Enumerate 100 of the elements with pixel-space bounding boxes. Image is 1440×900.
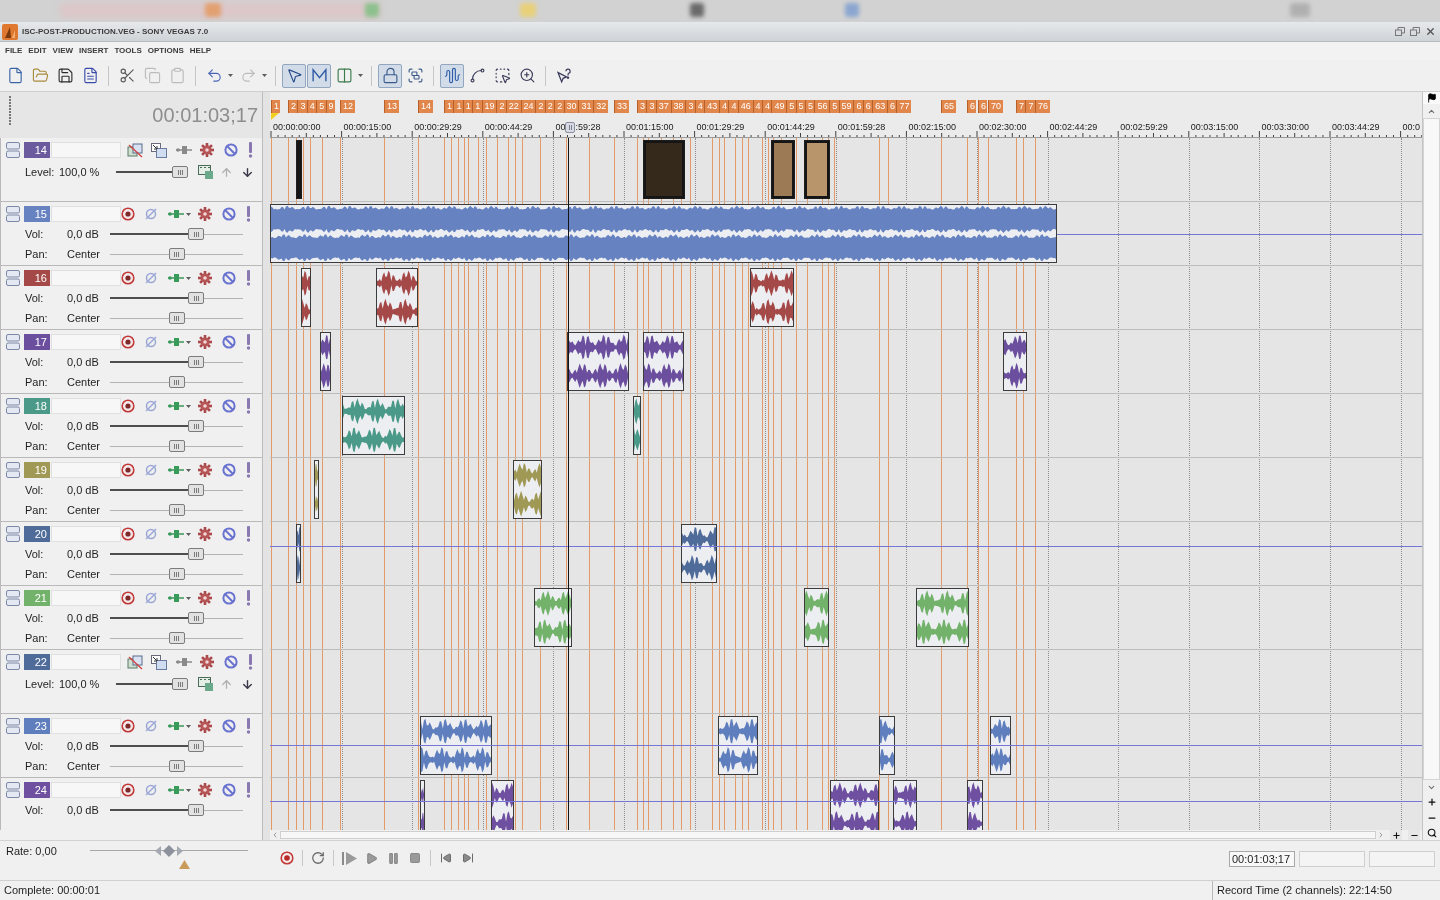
slider-thumb[interactable] — [155, 845, 183, 857]
up-arrow-icon[interactable] — [220, 165, 233, 179]
zoom-in-button[interactable] — [1390, 830, 1402, 840]
marker-flag[interactable]: 6 — [853, 100, 863, 113]
slider-thumb[interactable] — [188, 420, 205, 432]
audio-clip[interactable] — [320, 332, 331, 391]
stacked-bars-icon[interactable] — [6, 590, 20, 606]
stacked-bars-icon[interactable] — [6, 654, 20, 670]
stacked-bars-icon[interactable] — [6, 398, 20, 414]
marker-flag[interactable]: 2 — [554, 100, 564, 113]
slider-thumb[interactable] — [168, 504, 185, 516]
edit-tool-button[interactable] — [282, 63, 306, 88]
menu-item[interactable]: OPTIONS — [144, 45, 187, 57]
marker-flag[interactable]: 2 — [535, 100, 545, 113]
record-icon[interactable] — [121, 463, 135, 477]
slider-thumb[interactable] — [188, 740, 205, 752]
audio-clip[interactable] — [681, 524, 717, 583]
exclamation-icon[interactable] — [246, 398, 251, 414]
close-icon[interactable] — [1425, 26, 1436, 37]
marker-flag[interactable]: 14 — [418, 100, 433, 113]
marker-flag[interactable]: 49 — [771, 100, 787, 113]
audio-clip[interactable] — [314, 460, 319, 519]
envelope-tool-button[interactable] — [307, 63, 331, 88]
overlapping-squares-icon[interactable] — [127, 142, 143, 158]
audio-clip[interactable] — [513, 460, 542, 519]
prohibited-icon[interactable] — [222, 463, 236, 477]
record-icon[interactable] — [121, 591, 135, 605]
marker-flag[interactable]: 5 — [316, 100, 326, 113]
slashed-circle-icon[interactable] — [144, 463, 158, 477]
cursor-handle[interactable] — [565, 122, 576, 133]
video-clip[interactable] — [296, 140, 302, 199]
marker-flag[interactable]: 56 — [814, 100, 830, 113]
video-clip[interactable] — [804, 140, 830, 199]
marker-flag[interactable]: 1 — [271, 100, 281, 113]
marker-flag[interactable]: 76 — [1035, 100, 1050, 113]
gear-icon[interactable] — [200, 143, 214, 157]
marker-flag[interactable]: 33 — [614, 100, 629, 113]
slider-thumb[interactable] — [168, 248, 185, 260]
prohibited-icon[interactable] — [222, 719, 236, 733]
plug-icon[interactable] — [168, 785, 184, 795]
marker-flag[interactable]: 63 — [872, 100, 887, 113]
audio-clip[interactable] — [893, 780, 917, 830]
gear-icon[interactable] — [198, 719, 212, 733]
audio-clip[interactable] — [967, 780, 983, 830]
audio-clip[interactable] — [718, 716, 758, 775]
exclamation-icon[interactable] — [246, 590, 251, 606]
slashed-circle-icon[interactable] — [144, 591, 158, 605]
audio-clip[interactable] — [296, 524, 301, 583]
marker-flag[interactable]: 3 — [685, 100, 695, 113]
record-icon[interactable] — [121, 399, 135, 413]
video-clip[interactable] — [771, 140, 795, 199]
plug-icon[interactable] — [168, 593, 184, 603]
prohibited-icon[interactable] — [222, 335, 236, 349]
stacked-bars-icon[interactable] — [6, 718, 20, 734]
gear-icon[interactable] — [198, 399, 212, 413]
audio-clip[interactable] — [1003, 332, 1027, 391]
slider-thumb[interactable] — [188, 228, 205, 240]
prohibited-icon[interactable] — [224, 655, 238, 669]
restore-icon[interactable] — [1395, 27, 1405, 36]
audio-clip[interactable] — [633, 396, 641, 455]
plug-icon[interactable] — [168, 465, 184, 475]
horizontal-scrollbar[interactable] — [280, 831, 1376, 839]
slashed-circle-icon[interactable] — [144, 335, 158, 349]
down-arrow-icon[interactable] — [241, 165, 254, 179]
audio-clip[interactable] — [567, 332, 629, 391]
prohibited-icon[interactable] — [222, 783, 236, 797]
slider-thumb[interactable] — [168, 760, 185, 772]
prohibited-icon[interactable] — [222, 591, 236, 605]
time-ruler[interactable]: 00:00:00:00 00:00:15:00 00:00:29:29 00:00:44:29 00 :59:28 00:01:15:00 00:01:29:29 00:01:44:29 00:01:59:28 00:02:15:00 00:02:30:00 00:02:44:29 00:02:59:29 00:03:15:00 00:03:30:00 00:03:44:29 00:0 — [270, 113, 1422, 138]
marker-flag[interactable]: 7 — [1025, 100, 1035, 113]
slider-thumb[interactable] — [188, 612, 205, 624]
slider-thumb[interactable] — [188, 804, 205, 816]
marker-flag[interactable]: 5 — [786, 100, 796, 113]
arrow-square-icon[interactable] — [151, 142, 167, 158]
record-icon[interactable] — [121, 207, 135, 221]
prohibited-icon[interactable] — [222, 271, 236, 285]
marker-flag[interactable]: 65 — [941, 100, 956, 113]
zoom-out-button[interactable] — [1408, 830, 1420, 840]
slider-thumb[interactable] — [168, 568, 185, 580]
up-arrow-icon[interactable] — [220, 677, 233, 691]
slider-thumb[interactable] — [168, 376, 185, 388]
exclamation-icon[interactable] — [248, 142, 253, 158]
record-icon[interactable] — [121, 783, 135, 797]
exclamation-icon[interactable] — [246, 334, 251, 350]
plug-icon[interactable] — [168, 721, 184, 731]
audio-clip[interactable] — [643, 332, 684, 391]
slashed-circle-icon[interactable] — [144, 399, 158, 413]
prohibited-icon[interactable] — [222, 527, 236, 541]
menu-item[interactable]: EDIT — [25, 45, 50, 57]
exclamation-icon[interactable] — [246, 718, 251, 734]
menu-item[interactable]: TOOLS — [111, 45, 145, 57]
marker-button[interactable] — [1423, 92, 1440, 104]
audio-clip[interactable] — [342, 396, 405, 455]
slider-thumb[interactable] — [188, 484, 205, 496]
audio-clip[interactable] — [420, 716, 492, 775]
exclamation-icon[interactable] — [246, 206, 251, 222]
audio-clip[interactable] — [804, 588, 829, 647]
marker-flag[interactable]: 4 — [728, 100, 738, 113]
marker-flag[interactable]: 32 — [593, 100, 608, 113]
audio-clip[interactable] — [990, 716, 1011, 775]
